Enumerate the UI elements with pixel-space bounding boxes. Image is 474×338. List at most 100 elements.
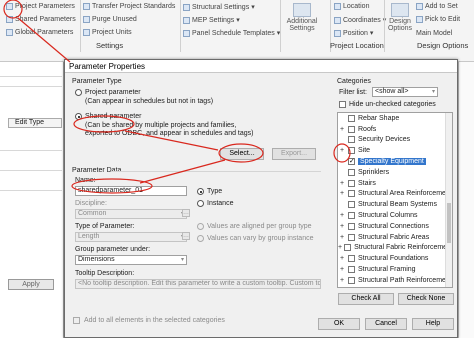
expand-icon[interactable]: +	[338, 126, 346, 133]
type-edit-icon[interactable]: …	[182, 232, 190, 240]
expand-icon[interactable]: +	[338, 277, 346, 284]
expand-icon[interactable]: +	[338, 255, 346, 262]
check-all-button[interactable]: Check All	[338, 293, 394, 305]
category-row[interactable]: + Structural Fabric Reinforcement	[338, 243, 452, 254]
category-checkbox[interactable]	[348, 190, 355, 198]
category-row[interactable]: + Structural Area Reinforcement	[338, 189, 452, 200]
type-radio[interactable]	[197, 188, 204, 195]
values-aligned-radio[interactable]	[197, 223, 204, 230]
discipline-edit-icon[interactable]: …	[182, 209, 190, 217]
expand-icon[interactable]: +	[338, 190, 346, 197]
category-checkbox[interactable]	[348, 276, 355, 284]
location-icon	[334, 3, 341, 10]
design-options-button[interactable]: Design Options	[386, 3, 414, 32]
location-button[interactable]: Location	[334, 3, 369, 10]
category-name: Structural Connections	[358, 222, 429, 230]
check-none-button[interactable]: Check None	[398, 293, 454, 305]
expand-icon[interactable]: +	[338, 234, 346, 241]
structural-settings-button[interactable]: Structural Settings ▾	[183, 3, 255, 11]
add-to-all-checkbox[interactable]	[73, 317, 80, 324]
category-checkbox[interactable]	[348, 212, 355, 220]
category-checkbox[interactable]	[348, 255, 355, 263]
category-checkbox[interactable]	[348, 222, 355, 230]
category-row[interactable]: + Roofs	[338, 124, 452, 135]
category-row[interactable]: + Structural Fabric Areas	[338, 232, 452, 243]
category-checkbox[interactable]	[348, 233, 355, 241]
global-parameters-button[interactable]: Global Parameters	[6, 29, 73, 36]
coordinates-button[interactable]: Coordinates ▾	[334, 16, 386, 24]
expand-icon[interactable]: +	[338, 266, 346, 273]
category-name: Site	[358, 147, 371, 155]
group-under-value: Dimensions	[78, 256, 115, 263]
project-units-button[interactable]: Project Units	[83, 29, 132, 36]
help-button[interactable]: Help	[412, 318, 454, 330]
discipline-select[interactable]: Common▾	[75, 209, 187, 219]
category-row[interactable]: + Structural Framing	[338, 264, 452, 275]
category-row[interactable]: + Structural Foundations	[338, 253, 452, 264]
categories-list[interactable]: Rebar Shape + Roofs Security Devices + Site Sp…	[337, 112, 453, 288]
category-row[interactable]: + Structural Connections	[338, 221, 452, 232]
transfer-project-standards-button[interactable]: Transfer Project Standards	[83, 3, 175, 10]
mep-icon	[183, 16, 190, 24]
shared-parameter-radio[interactable]	[75, 113, 82, 120]
type-of-parameter-label: Type of Parameter:	[75, 223, 135, 230]
apply-button[interactable]: Apply	[8, 279, 54, 290]
position-button[interactable]: Position ▾	[334, 29, 373, 37]
category-row[interactable]: + Structural Path Reinforcement	[338, 275, 452, 286]
type-of-parameter-select[interactable]: Length▾	[75, 232, 187, 242]
category-row[interactable]: + Stairs	[338, 178, 452, 189]
hide-unchecked-checkbox[interactable]	[339, 101, 346, 108]
project-parameters-button[interactable]: Project Parameters	[6, 3, 75, 10]
filter-list-select[interactable]: <show all> ▾	[372, 87, 438, 97]
scrollbar-thumb[interactable]	[447, 203, 451, 243]
category-checkbox[interactable]	[348, 136, 355, 144]
categories-scrollbar[interactable]	[445, 113, 452, 287]
category-checkbox[interactable]	[344, 244, 352, 252]
expand-icon[interactable]: +	[338, 180, 346, 187]
category-name: Structural Framing	[358, 266, 416, 274]
panel-schedule-templates-button[interactable]: Panel Schedule Templates ▾	[183, 29, 280, 37]
category-checkbox[interactable]	[348, 114, 355, 122]
project-parameter-radio[interactable]	[75, 89, 82, 96]
category-row[interactable]: + Structural Columns	[338, 210, 452, 221]
category-row[interactable]: Security Devices	[338, 135, 452, 146]
expand-icon[interactable]: +	[338, 244, 342, 251]
instance-radio[interactable]	[197, 200, 204, 207]
cancel-button[interactable]: Cancel	[365, 318, 407, 330]
name-field[interactable]: sharedparameter_01	[75, 186, 187, 196]
group-under-select[interactable]: Dimensions ▾	[75, 255, 187, 265]
category-row[interactable]: Rebar Shape	[338, 113, 452, 124]
category-checkbox[interactable]	[348, 179, 355, 187]
category-row[interactable]: Structural Beam Systems	[338, 199, 452, 210]
expand-icon[interactable]: +	[338, 223, 346, 230]
expand-icon[interactable]: +	[338, 147, 346, 154]
ok-button[interactable]: OK	[318, 318, 360, 330]
discipline-label: Discipline:	[75, 200, 107, 207]
category-row[interactable]: + Site	[338, 145, 452, 156]
category-row[interactable]: +Structural Rebar	[338, 286, 452, 287]
edit-type-button[interactable]: Edit Type	[8, 118, 62, 128]
shared-parameters-button[interactable]: Shared Parameters	[6, 16, 76, 23]
export-button[interactable]: Export...	[272, 148, 316, 160]
category-checkbox[interactable]	[348, 168, 355, 176]
expand-icon[interactable]: +	[338, 212, 346, 219]
mep-settings-button[interactable]: MEP Settings ▾	[183, 16, 240, 24]
main-model-dropdown[interactable]: Main Model	[416, 30, 452, 37]
add-to-set-button[interactable]: Add to Set	[416, 3, 458, 10]
category-checkbox[interactable]	[348, 201, 355, 209]
category-row[interactable]: Sprinklers	[338, 167, 452, 178]
category-checkbox[interactable]	[348, 147, 355, 155]
category-checkbox[interactable]	[348, 157, 355, 166]
tooltip-field[interactable]: <No tooltip description. Edit this param…	[75, 279, 321, 289]
category-name: Structural Columns	[358, 212, 418, 220]
category-checkbox[interactable]	[348, 125, 355, 133]
pick-to-edit-button[interactable]: Pick to Edit	[416, 16, 460, 23]
category-checkbox[interactable]	[348, 266, 355, 274]
purge-icon	[83, 16, 90, 23]
category-row[interactable]: Specialty Equipment	[338, 156, 452, 167]
additional-settings-button[interactable]: Additional Settings	[282, 3, 322, 32]
purge-unused-button[interactable]: Purge Unused	[83, 16, 137, 23]
values-vary-radio[interactable]	[197, 235, 204, 242]
select-button[interactable]: Select...	[220, 148, 264, 160]
pick-to-edit-icon	[416, 16, 423, 23]
